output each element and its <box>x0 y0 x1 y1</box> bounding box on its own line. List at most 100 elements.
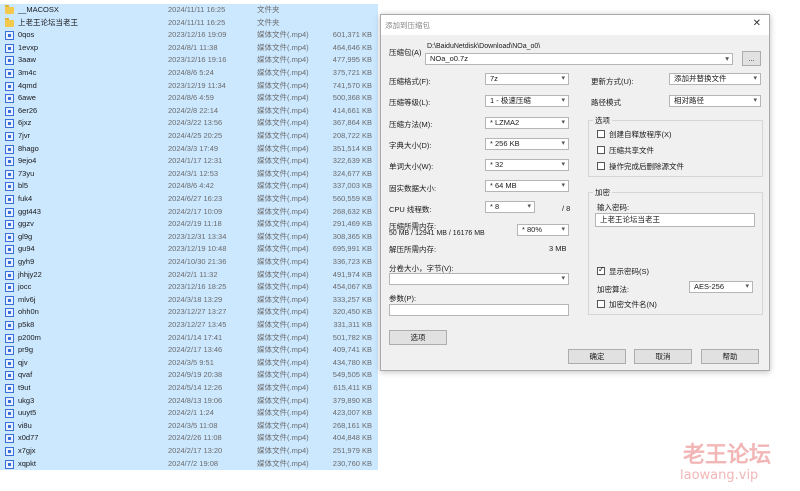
archive-path: D:\BaiduNetdisk\Download\NOa_o0\ <box>427 43 541 50</box>
file-row[interactable]: qvaf 2024/9/19 20:38 媒体文件(.mp4) 549,505 KB <box>0 369 378 382</box>
file-name: ggzv <box>18 219 34 229</box>
file-row[interactable]: 3m4c 2024/8/6 5:24 媒体文件(.mp4) 375,721 KB <box>0 67 378 80</box>
file-row[interactable]: x0d77 2024/2/26 11:08 媒体文件(.mp4) 404,848 KB <box>0 432 378 445</box>
encrypt-names-checkbox[interactable] <box>597 300 605 308</box>
file-row[interactable]: 1evxp 2024/8/1 11:38 媒体文件(.mp4) 464,646 KB <box>0 41 378 55</box>
file-date: 2023/12/16 18:25 <box>168 282 227 292</box>
file-row[interactable]: ukg3 2024/8/13 19:06 媒体文件(.mp4) 379,890 KB <box>0 394 378 408</box>
word-select[interactable]: * 32 ▾ <box>485 159 569 171</box>
options-button[interactable]: 选项 <box>389 330 447 345</box>
file-row[interactable]: 7jvr 2024/4/25 20:25 媒体文件(.mp4) 208,722 KB <box>0 130 378 143</box>
file-row[interactable]: __MACOSX 2024/11/11 16:25 文件夹 <box>0 4 378 17</box>
media-file-icon <box>5 220 14 230</box>
file-row[interactable]: vi8u 2024/3/5 11:08 媒体文件(.mp4) 268,161 KB <box>0 419 378 433</box>
file-row[interactable]: gl9g 2023/12/31 13:34 媒体文件(.mp4) 308,365 KB <box>0 230 378 244</box>
browse-button[interactable]: ... <box>742 51 761 66</box>
file-size: 549,505 KB <box>332 370 372 380</box>
file-row[interactable]: 9ejo4 2024/1/17 12:31 媒体文件(.mp4) 322,639 KB <box>0 155 378 168</box>
file-row[interactable]: 3aaw 2023/12/16 19:16 媒体文件(.mp4) 477,995 KB <box>0 54 378 67</box>
file-row[interactable]: 0qos 2023/12/16 19:09 媒体文件(.mp4) 601,371 KB <box>0 29 378 42</box>
format-select[interactable]: 7z ▾ <box>485 73 569 85</box>
dict-select[interactable]: * 256 KB ▾ <box>485 138 569 150</box>
split-select[interactable]: ▾ <box>389 273 569 285</box>
file-row[interactable]: p5k8 2023/12/27 13:45 媒体文件(.mp4) 331,311 KB <box>0 319 378 332</box>
file-row[interactable]: qjv 2024/3/5 9:51 媒体文件(.mp4) 434,780 KB <box>0 356 378 370</box>
file-name: jhhjy22 <box>18 269 42 279</box>
media-file-icon <box>5 421 14 431</box>
media-file-icon <box>5 459 14 469</box>
file-row[interactable]: jhhjy22 2024/2/1 11:32 媒体文件(.mp4) 491,974 K… <box>0 268 378 282</box>
cpu-select[interactable]: * 8 ▾ <box>485 201 535 213</box>
close-icon[interactable]: ✕ <box>753 18 761 29</box>
file-row[interactable]: 6er26 2024/2/8 22:14 媒体文件(.mp4) 414,661 KB <box>0 104 378 118</box>
file-date: 2024/10/30 21:36 <box>168 257 227 266</box>
shared-checkbox[interactable] <box>597 146 605 154</box>
file-date: 2024/1/17 12:31 <box>168 156 223 166</box>
file-row[interactable]: 6jxz 2024/3/22 13:56 媒体文件(.mp4) 367,864 KB <box>0 117 378 130</box>
file-date: 2024/3/22 13:56 <box>168 118 223 128</box>
file-name: mlv6j <box>18 294 36 304</box>
ok-button[interactable]: 确定 <box>568 349 626 364</box>
file-row[interactable]: x7gjx 2024/2/17 13:20 媒体文件(.mp4) 251,979 KB <box>0 445 378 458</box>
file-row[interactable]: p200m 2024/1/14 17:41 媒体文件(.mp4) 501,782 KB <box>0 331 378 345</box>
file-name: vi8u <box>18 420 32 430</box>
file-row[interactable]: pr9g 2024/2/17 13:46 媒体文件(.mp4) 409,741 KB <box>0 344 378 357</box>
file-row[interactable]: ohh0n 2023/12/27 13:27 媒体文件(.mp4) 320,450 K… <box>0 306 378 319</box>
file-date: 2024/11/11 16:25 <box>168 17 226 27</box>
show-password-checkbox[interactable] <box>597 265 605 275</box>
file-date: 2024/8/13 19:06 <box>168 395 223 405</box>
file-row[interactable]: t9ut 2024/5/14 12:26 媒体文件(.mp4) 615,411 KB <box>0 382 378 395</box>
file-row[interactable]: mlv6j 2024/3/18 13:29 媒体文件(.mp4) 333,257 KB <box>0 293 378 307</box>
cancel-button[interactable]: 取消 <box>634 349 692 364</box>
file-date: 2024/8/1 11:38 <box>168 42 218 52</box>
level-select[interactable]: 1 - 极速压缩 ▾ <box>485 95 569 107</box>
file-name: p5k8 <box>18 320 35 329</box>
file-name: qvaf <box>18 370 33 380</box>
file-row[interactable]: jocc 2023/12/16 18:25 媒体文件(.mp4) 454,067 KB <box>0 281 378 294</box>
password-input[interactable]: 上老王论坛当老王 <box>595 213 755 227</box>
archive-name-input[interactable]: NOa_o0.7z ▾ <box>425 53 733 65</box>
method-select[interactable]: * LZMA2 ▾ <box>485 117 569 129</box>
params-input[interactable] <box>389 304 569 316</box>
file-name: 3aaw <box>18 55 36 65</box>
media-file-icon <box>5 119 14 129</box>
dialog-titlebar[interactable]: 添加到压缩包 ✕ <box>381 15 769 35</box>
file-row[interactable]: 4qmd 2023/12/19 11:34 媒体文件(.mp4) 741,570 KB <box>0 79 378 93</box>
enc-method-select[interactable]: AES-256 ▾ <box>689 281 753 293</box>
file-row[interactable]: 8hago 2024/3/3 17:49 媒体文件(.mp4) 351,514 KB <box>0 142 378 156</box>
file-row[interactable]: gyh9 2024/10/30 21:36 媒体文件(.mp4) 336,723 KB <box>0 256 378 269</box>
encrypt-names-label: 加密文件名(N) <box>609 300 657 309</box>
file-size: 464,646 KB <box>332 42 372 52</box>
media-file-icon <box>5 384 14 393</box>
file-size: 601,371 KB <box>332 30 372 40</box>
file-row[interactable]: bl5 2024/8/6 4:42 媒体文件(.mp4) 337,003 KB <box>0 180 378 193</box>
file-name: fuk4 <box>18 194 33 203</box>
delete-checkbox[interactable] <box>597 162 605 170</box>
file-row[interactable]: uuyt5 2024/2/1 1:24 媒体文件(.mp4) 423,007 KB <box>0 407 378 420</box>
sfx-checkbox[interactable] <box>597 130 605 138</box>
path-select[interactable]: 相对路径 ▾ <box>669 95 761 107</box>
file-name: uuyt5 <box>18 408 37 418</box>
file-name: 上老王论坛当老王 <box>18 17 78 27</box>
file-row[interactable]: ggzv 2024/2/19 11:18 媒体文件(.mp4) 291,469 KB <box>0 218 378 231</box>
file-date: 2023/12/27 13:45 <box>168 320 227 329</box>
file-row[interactable]: xqpkt 2024/7/2 19:08 媒体文件(.mp4) 230,760 KB <box>0 457 378 471</box>
file-row[interactable]: fuk4 2024/6/27 16:23 媒体文件(.mp4) 560,559 KB <box>0 193 378 206</box>
mem-decomp-value: 3 MB <box>549 244 567 253</box>
file-name: gyh9 <box>18 257 35 266</box>
file-row[interactable]: ggt443 2024/2/17 10:09 媒体文件(.mp4) 268,632 K… <box>0 205 378 219</box>
file-row[interactable]: 73yu 2024/3/1 12:53 媒体文件(.mp4) 324,677 KB <box>0 167 378 181</box>
mem-percent-select[interactable]: * 80% ▾ <box>517 224 569 236</box>
help-button[interactable]: 帮助 <box>701 349 759 364</box>
update-value: 添加并替换文件 <box>674 74 727 83</box>
encrypt-group-title: 加密 <box>593 187 612 198</box>
file-type: 文件夹 <box>257 17 280 27</box>
format-value: 7z <box>490 74 498 83</box>
solid-select[interactable]: * 64 MB ▾ <box>485 180 569 192</box>
update-select[interactable]: 添加并替换文件 ▾ <box>669 73 761 85</box>
file-row[interactable]: 上老王论坛当老王 2024/11/11 16:25 文件夹 <box>0 16 378 30</box>
file-row[interactable]: gu94 2023/12/19 10:48 媒体文件(.mp4) 695,991 KB <box>0 243 378 256</box>
file-row[interactable]: 6awe 2024/8/6 4:59 媒体文件(.mp4) 500,368 KB <box>0 92 378 105</box>
file-size: 434,780 KB <box>332 357 372 367</box>
chevron-down-icon[interactable]: ▾ <box>725 54 729 64</box>
